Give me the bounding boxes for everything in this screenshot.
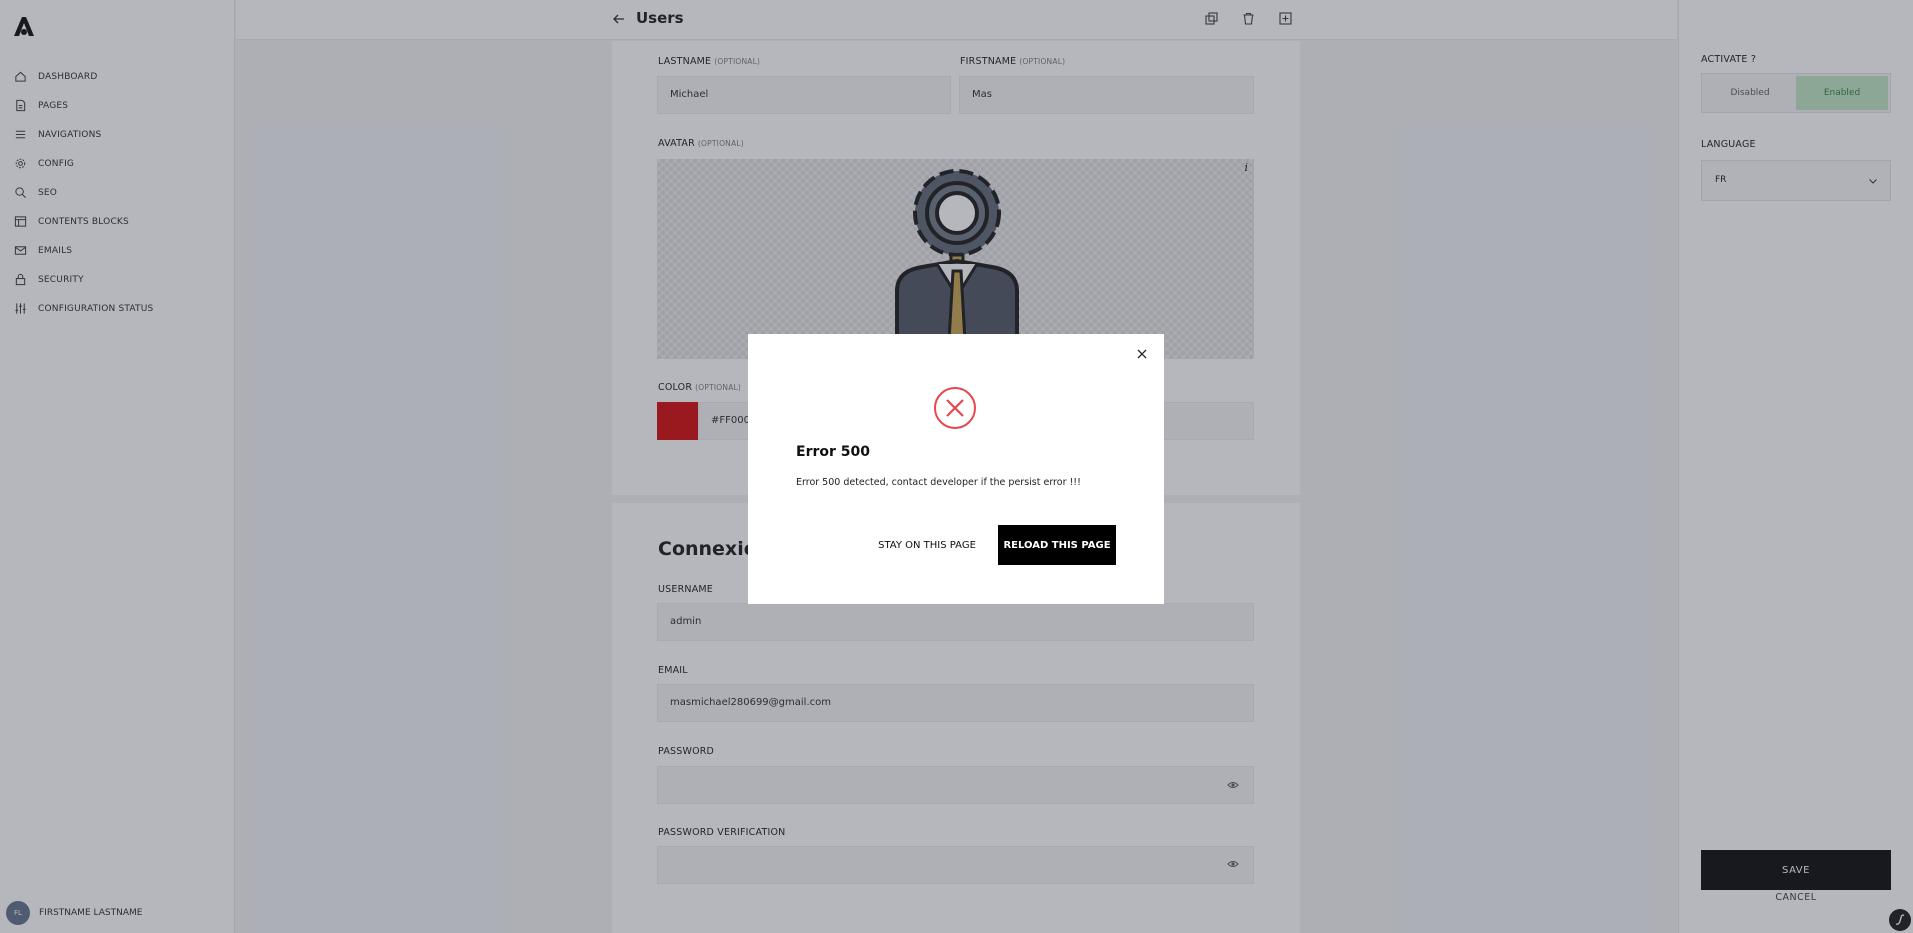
dialog-message: Error 500 detected, contact developer if… [796,477,1081,488]
dialog-title: Error 500 [796,444,870,460]
error-icon [934,387,976,429]
stay-on-page-button[interactable]: STAY ON THIS PAGE [870,525,984,565]
reload-page-button[interactable]: RELOAD THIS PAGE [998,525,1116,565]
close-icon[interactable] [1136,348,1148,360]
error-dialog: Error 500 Error 500 detected, contact de… [748,334,1164,604]
